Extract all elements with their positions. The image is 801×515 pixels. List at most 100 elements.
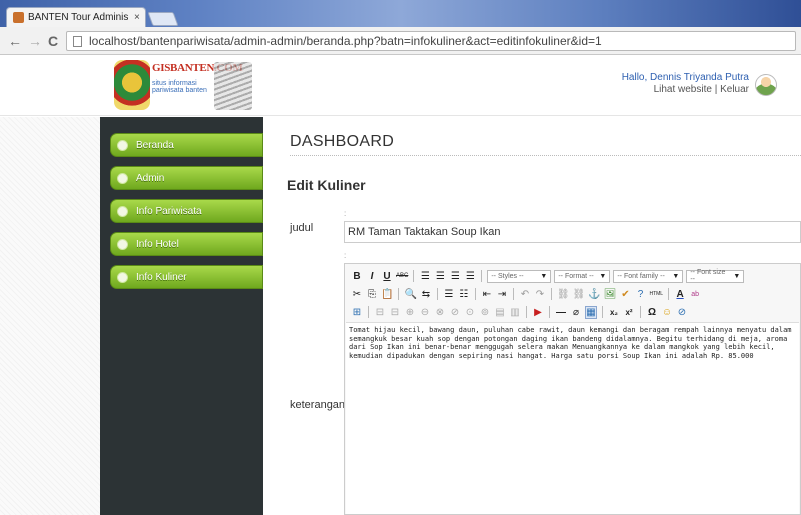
align-right-icon[interactable]: ☰ <box>449 270 461 283</box>
favicon-icon <box>13 12 24 23</box>
main-content: DASHBOARD Edit Kuliner judul : RM Taman … <box>263 117 801 515</box>
chevron-down-icon: ▼ <box>733 272 741 280</box>
horizontal-rule-icon[interactable]: — <box>555 306 567 319</box>
sidebar-item-beranda[interactable]: Beranda <box>110 133 263 157</box>
chevron-down-icon: ▼ <box>599 272 607 280</box>
superscript-icon[interactable]: x² <box>623 306 635 319</box>
browser-toolbar: ← → C localhost/bantenpariwisata/admin-a… <box>0 27 801 55</box>
toolbar-separator <box>481 270 483 282</box>
media-icon[interactable]: ⊘ <box>676 306 688 319</box>
html-source-button[interactable]: HTML <box>649 288 663 301</box>
insert-col-after-icon[interactable]: ⊙ <box>464 306 476 319</box>
toolbar-separator <box>436 288 438 300</box>
copy-icon[interactable]: ⎘ <box>366 288 378 301</box>
toolbar-separator <box>474 288 476 300</box>
undo-icon[interactable]: ↶ <box>519 288 531 301</box>
keterangan-textarea[interactable]: Tomat hijau kecil, bawang daun, puluhan … <box>346 322 799 514</box>
paste-icon[interactable]: 📋 <box>381 288 393 301</box>
bullet-icon <box>117 172 128 184</box>
banten-crest-icon <box>114 60 150 110</box>
user-greeting-block: Hallo, Dennis Triyanda Putra Lihat websi… <box>622 72 749 96</box>
align-center-icon[interactable]: ☰ <box>434 270 446 283</box>
merge-cells-icon[interactable]: ▥ <box>509 306 521 319</box>
bullet-list-icon[interactable]: ☰ <box>443 288 455 301</box>
special-char-icon[interactable]: Ω <box>646 306 658 319</box>
sidebar-item-info-pariwisata[interactable]: Info Pariwisata <box>110 199 263 223</box>
greeting-text: Hallo, Dennis Triyanda Putra <box>621 72 749 83</box>
remove-format-icon[interactable]: ⌀ <box>570 306 582 319</box>
reload-icon[interactable]: C <box>48 33 58 49</box>
youtube-icon[interactable]: ▶ <box>532 306 544 319</box>
insert-table-icon[interactable]: ⊞ <box>351 306 363 319</box>
split-cells-icon[interactable]: ▤ <box>494 306 506 319</box>
image-icon[interactable]: 🖼 <box>604 288 617 301</box>
styles-select-value: -- Styles -- <box>491 272 524 280</box>
align-justify-icon[interactable]: ☰ <box>464 270 476 283</box>
judul-label: judul <box>290 222 314 234</box>
styles-select[interactable]: -- Styles -- ▼ <box>487 269 552 283</box>
page-title: DASHBOARD <box>290 133 395 150</box>
forward-icon[interactable]: → <box>28 33 42 49</box>
cell-props-icon[interactable]: ⊟ <box>389 306 401 319</box>
row-props-icon[interactable]: ⊟ <box>374 306 386 319</box>
bullet-icon <box>117 139 128 151</box>
avatar[interactable] <box>755 74 777 96</box>
browser-tab[interactable]: BANTEN Tour Administra × <box>6 7 146 27</box>
insert-col-before-icon[interactable]: ⊘ <box>449 306 461 319</box>
sidebar-item-label: Info Pariwisata <box>136 205 202 217</box>
page-icon <box>73 35 82 47</box>
field-marker: : <box>344 209 347 218</box>
sidebar-item-info-hotel[interactable]: Info Hotel <box>110 232 263 256</box>
sidebar: Beranda Admin Info Pariwisata Info Hotel… <box>100 117 263 515</box>
redo-icon[interactable]: ↷ <box>534 288 546 301</box>
editor-toolbar-row-3: ⊞ ⊟ ⊟ ⊕ ⊖ ⊗ ⊘ ⊙ ⊚ ▤ ▥ ▶ — ⌀ ▦ x₂ x² Ω ☺ … <box>351 305 688 319</box>
sidebar-item-admin[interactable]: Admin <box>110 166 263 190</box>
unlink-icon[interactable]: ⛓ <box>573 288 586 301</box>
underline-button[interactable]: U <box>381 270 393 283</box>
sidebar-item-label: Beranda <box>136 139 174 151</box>
delete-col-icon[interactable]: ⊚ <box>479 306 491 319</box>
highlight-color-icon[interactable]: ab <box>689 288 701 301</box>
link-icon[interactable]: ⛓ <box>557 288 570 301</box>
logo-illustration <box>214 62 252 110</box>
new-tab-button[interactable] <box>147 12 179 26</box>
anchor-icon[interactable]: ⚓ <box>588 288 600 301</box>
sidebar-item-info-kuliner[interactable]: Info Kuliner <box>110 265 263 289</box>
align-left-icon[interactable]: ☰ <box>419 270 431 283</box>
insert-row-after-icon[interactable]: ⊖ <box>419 306 431 319</box>
brand-tagline: situs informasi pariwisata banten <box>152 80 207 94</box>
bullet-icon <box>117 238 128 250</box>
judul-input[interactable]: RM Taman Taktakan Soup Ikan <box>344 221 801 243</box>
indent-icon[interactable]: ⇥ <box>496 288 508 301</box>
back-icon[interactable]: ← <box>8 33 22 49</box>
outdent-icon[interactable]: ⇤ <box>481 288 493 301</box>
header-links[interactable]: Lihat website | Keluar <box>622 84 749 96</box>
toolbar-separator <box>512 288 514 300</box>
sidebar-item-label: Info Hotel <box>136 238 179 250</box>
delete-row-icon[interactable]: ⊗ <box>434 306 446 319</box>
address-bar[interactable]: localhost/bantenpariwisata/admin-admin/b… <box>66 31 796 51</box>
visual-aid-icon[interactable]: ▦ <box>585 305 597 319</box>
italic-button[interactable]: I <box>366 270 378 283</box>
bullet-icon <box>117 205 128 217</box>
format-select[interactable]: -- Format -- ▼ <box>554 269 611 283</box>
close-icon[interactable]: × <box>134 12 140 23</box>
emoticon-icon[interactable]: ☺ <box>661 306 673 319</box>
insert-row-before-icon[interactable]: ⊕ <box>404 306 416 319</box>
toolbar-separator <box>368 306 369 318</box>
toolbar-separator <box>640 306 641 318</box>
cut-icon[interactable]: ✂ <box>351 288 363 301</box>
replace-icon[interactable]: ⇆ <box>420 288 432 301</box>
strikethrough-button[interactable]: ABC <box>396 270 408 283</box>
browser-tab-bar: BANTEN Tour Administra × <box>0 0 801 27</box>
find-icon[interactable]: 🔍 <box>404 288 416 301</box>
subscript-icon[interactable]: x₂ <box>608 306 620 319</box>
bold-button[interactable]: B <box>351 270 363 283</box>
cleanup-icon[interactable]: ✔ <box>619 288 631 301</box>
font-size-select[interactable]: -- Font size -- ▼ <box>686 269 745 283</box>
help-icon[interactable]: ? <box>634 288 646 301</box>
font-family-select[interactable]: -- Font family -- ▼ <box>613 269 684 283</box>
site-logo[interactable]: GISBANTEN.COM situs informasi pariwisata… <box>114 60 252 112</box>
numbered-list-icon[interactable]: ☷ <box>458 288 470 301</box>
font-color-icon[interactable]: A <box>674 288 686 301</box>
